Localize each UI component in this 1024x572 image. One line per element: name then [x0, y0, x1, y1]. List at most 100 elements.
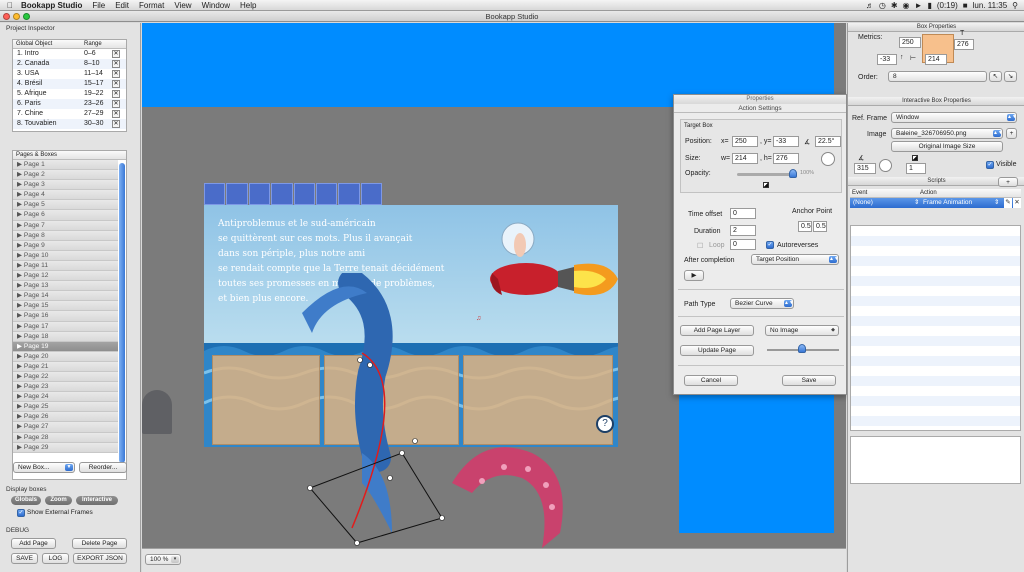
path-type-popup[interactable]: Bezier Curve ▲▼ [730, 298, 794, 309]
disclosure-triangle-icon[interactable]: ▶ [17, 262, 24, 269]
cancel-button[interactable]: Cancel [684, 375, 738, 386]
disclosure-triangle-icon[interactable]: ▶ [17, 423, 24, 430]
disclosure-triangle-icon[interactable]: ▶ [17, 393, 24, 400]
disclosure-triangle-icon[interactable]: ▶ [17, 323, 24, 330]
script-detail-area[interactable] [850, 436, 1021, 484]
move-back-icon[interactable]: ↖ [989, 71, 1002, 82]
disclosure-triangle-icon[interactable]: ▶ [17, 363, 24, 370]
thumbnail[interactable] [293, 183, 315, 205]
rotation-knob[interactable] [821, 152, 835, 166]
zoom-toggle[interactable]: Zoom [45, 496, 72, 505]
global-object-row[interactable]: 1. Intro 0–6 ✕ [13, 49, 126, 59]
close-window-icon[interactable] [3, 13, 10, 20]
page-row[interactable]: ▶ Page 1 [13, 160, 118, 171]
wifi-icon[interactable]: ◉ [903, 1, 910, 10]
disclosure-triangle-icon[interactable]: ▶ [17, 211, 24, 218]
ref-frame-popup[interactable]: Window ▲▼ [891, 112, 1017, 123]
size-h-field[interactable]: 276 [773, 153, 799, 164]
metrics-x-field[interactable]: 250 [899, 37, 921, 48]
add-page-layer-button[interactable]: Add Page Layer [680, 325, 754, 336]
disclosure-triangle-icon[interactable]: ▶ [17, 343, 24, 350]
loop-checkbox[interactable]: ☐ [697, 242, 703, 250]
delete-script-icon[interactable]: ✕ [1013, 198, 1021, 208]
disclosure-triangle-icon[interactable]: ▶ [17, 171, 24, 178]
zoom-window-icon[interactable] [23, 13, 30, 20]
edit-script-icon[interactable]: ✎ [1004, 198, 1012, 208]
page-row[interactable]: ▶ Page 5 [13, 200, 118, 211]
thumbnail[interactable] [248, 183, 271, 205]
disclosure-triangle-icon[interactable]: ▶ [17, 232, 24, 239]
battery-icon[interactable]: ▮ [927, 1, 931, 10]
disclosure-triangle-icon[interactable]: ▶ [17, 302, 24, 309]
save-button[interactable]: Save [782, 375, 836, 386]
thumbnail[interactable] [338, 183, 360, 205]
page-layer-image-popup[interactable]: No Image ◆ [765, 325, 839, 336]
page-row[interactable]: ▶ Page 24 [13, 392, 118, 403]
apple-icon[interactable]:  [4, 1, 16, 10]
page-row[interactable]: ▶ Page 25 [13, 402, 118, 413]
rocket-character[interactable] [468, 209, 618, 319]
delete-object-icon[interactable]: ✕ [112, 120, 120, 128]
autoreverses-checkbox[interactable]: ✓ [766, 241, 774, 249]
anchor-x-field[interactable]: 0.5 [798, 221, 812, 232]
page-row[interactable]: ▶ Page 2 [13, 170, 118, 181]
disclosure-triangle-icon[interactable]: ▶ [17, 434, 24, 441]
reorder-button[interactable]: Reorder... [79, 462, 127, 473]
disclosure-triangle-icon[interactable]: ▶ [17, 161, 24, 168]
page-row[interactable]: ▶ Page 3 [13, 180, 118, 191]
disclosure-triangle-icon[interactable]: ▶ [17, 272, 24, 279]
order-popup[interactable]: 8 [888, 71, 987, 82]
globals-toggle[interactable]: Globals [11, 496, 41, 505]
delete-object-icon[interactable]: ✕ [112, 110, 120, 118]
disclosure-triangle-icon[interactable]: ▶ [17, 252, 24, 259]
disclosure-triangle-icon[interactable]: ▶ [17, 242, 24, 249]
script-row[interactable]: (None) ⇕ Frame Animation ⇕ ✎ ✕ [850, 198, 1021, 208]
loop-field[interactable]: 0 [730, 239, 756, 250]
disclosure-triangle-icon[interactable]: ▶ [17, 413, 24, 420]
opacity-slider-thumb[interactable] [789, 169, 797, 178]
col-global-object[interactable]: Global Object [13, 40, 84, 48]
global-object-row[interactable]: 7. Chine 27–29 ✕ [13, 109, 126, 119]
page-row[interactable]: ▶ Page 6 [13, 210, 118, 221]
delete-object-icon[interactable]: ✕ [112, 90, 120, 98]
thumbnail[interactable] [204, 183, 226, 205]
page-row[interactable]: ▶ Page 23 [13, 382, 118, 393]
position-x-field[interactable]: 250 [732, 136, 758, 147]
page-row[interactable]: ▶ Page 8 [13, 230, 118, 241]
disclosure-triangle-icon[interactable]: ▶ [17, 353, 24, 360]
delete-object-icon[interactable]: ✕ [112, 80, 120, 88]
opacity-slider-track[interactable] [737, 173, 795, 176]
page-row[interactable]: ▶ Page 17 [13, 321, 118, 332]
page-row[interactable]: ▶ Page 19 [13, 341, 118, 352]
disclosure-triangle-icon[interactable]: ▶ [17, 333, 24, 340]
add-script-button[interactable]: + [998, 177, 1018, 187]
angle-field[interactable]: 22.5° [815, 136, 841, 147]
delete-object-icon[interactable]: ✕ [112, 60, 120, 68]
pages-scrollbar[interactable] [119, 163, 125, 463]
add-image-button[interactable]: + [1006, 128, 1017, 139]
interactive-toggle[interactable]: Interactive [76, 496, 118, 505]
menu-help[interactable]: Help [235, 1, 261, 10]
event-column[interactable]: Event [852, 189, 920, 197]
delete-object-icon[interactable]: ✕ [112, 70, 120, 78]
page-row[interactable]: ▶ Page 27 [13, 422, 118, 433]
page-row[interactable]: ▶ Page 11 [13, 260, 118, 272]
page-row[interactable]: ▶ Page 21 [13, 361, 118, 372]
global-object-row[interactable]: 8. Touvabien 30–30 ✕ [13, 119, 126, 129]
page-slider-thumb[interactable] [798, 344, 806, 353]
shark-fin-shape[interactable] [142, 390, 172, 434]
disclosure-triangle-icon[interactable]: ▶ [17, 222, 24, 229]
headphones-icon[interactable]: ♬ [866, 1, 874, 10]
page-row[interactable]: ▶ Page 16 [13, 311, 118, 322]
global-object-row[interactable]: 5. Afrique 19–22 ✕ [13, 89, 126, 99]
menu-edit[interactable]: Edit [110, 1, 134, 10]
disclosure-triangle-icon[interactable]: ▶ [17, 383, 24, 390]
update-page-button[interactable]: Update Page [680, 345, 754, 356]
image-popup[interactable]: Baleine_326706950.png ▲▼ [891, 128, 1003, 139]
menu-window[interactable]: Window [197, 1, 235, 10]
script-action-value[interactable]: Frame Animation [920, 198, 994, 208]
original-image-size-button[interactable]: Original Image Size [891, 141, 1003, 152]
show-external-frames-checkbox[interactable]: ✓ [17, 509, 25, 517]
disclosure-triangle-icon[interactable]: ▶ [17, 312, 24, 319]
thumbnail[interactable] [315, 183, 338, 205]
